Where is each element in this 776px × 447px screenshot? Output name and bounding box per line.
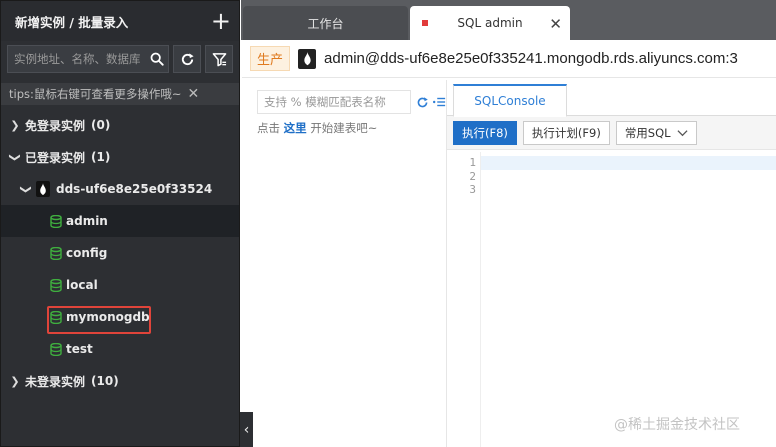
hint-suffix: 开始建表吧~ (310, 121, 378, 135)
create-table-link[interactable]: 这里 (284, 121, 307, 135)
execution-plan-button[interactable]: 执行计划(F9) (522, 120, 610, 145)
line-number: 1 (469, 156, 476, 169)
database-icon (50, 214, 62, 228)
database-icon (50, 310, 62, 324)
active-line (481, 156, 776, 170)
tree-db-local[interactable]: local (1, 269, 239, 301)
create-table-hint: 点击 这里 开始建表吧~ (257, 120, 377, 136)
tree-instance[interactable]: ❯ dds-uf6e8e25e0f33524 (1, 173, 239, 205)
db-name: mymonogdb (66, 310, 150, 324)
tab-workbench[interactable]: 工作台 (243, 6, 408, 40)
code-area[interactable]: 1 2 3 (447, 152, 776, 447)
chevron-down-icon: ❯ (8, 152, 22, 162)
database-icon (50, 278, 62, 292)
status-dot-icon (422, 20, 428, 26)
tree-group-logged[interactable]: ❯ 已登录实例 (1) (1, 141, 239, 173)
group-label: 已登录实例 (25, 150, 86, 165)
connection-string: admin@dds-uf6e8e25e0f335241.mongodb.rds.… (324, 50, 738, 67)
line-number: 2 (469, 169, 476, 183)
tab-sqlconsole[interactable]: SQLConsole (453, 84, 567, 117)
editor-toolbar: 执行(F8) 执行计划(F9) 常用SQL (447, 116, 776, 150)
sql-editor: SQLConsole 执行(F8) 执行计划(F9) 常用SQL 1 2 3 (447, 80, 776, 447)
db-name: config (66, 246, 108, 260)
db-name: admin (66, 214, 108, 228)
chevron-down-icon (677, 129, 688, 136)
group-count: (0) (91, 118, 111, 132)
group-label: 免登录实例 (25, 118, 86, 133)
code-input[interactable] (481, 152, 776, 447)
hint-prefix: 点击 (257, 121, 280, 135)
tips-bar: tips:鼠标右键可查看更多操作哦~ ✕ (1, 83, 239, 105)
db-name: local (66, 278, 98, 292)
tree-db-config[interactable]: config (1, 237, 239, 269)
chevron-down-icon: ❯ (19, 184, 33, 194)
group-label: 未登录实例 (25, 374, 86, 389)
editor-tabs: SQLConsole (447, 80, 776, 117)
table-search-box (257, 90, 411, 114)
group-count: (10) (91, 374, 119, 388)
add-icon[interactable]: + (211, 9, 231, 33)
tree-group-free[interactable]: ❯ 免登录实例 (0) (1, 109, 239, 141)
instance-sidebar: 新增实例 / 批量录入 + tips:鼠标右键可查看更多操作哦~ ✕ ❯ 免登录… (0, 0, 240, 447)
common-sql-dropdown[interactable]: 常用SQL (615, 120, 697, 145)
group-count: (1) (91, 150, 111, 164)
env-badge: 生产 (250, 46, 291, 71)
tab-bar: 工作台 SQL admin ✕ (241, 0, 776, 40)
refresh-icon[interactable] (415, 93, 429, 111)
execute-button[interactable]: 执行(F8) (453, 120, 517, 145)
tree-db-test[interactable]: test (1, 333, 239, 365)
refresh-button[interactable] (173, 45, 201, 73)
table-search-input[interactable] (264, 95, 404, 109)
watermark: @稀土掘金技术社区 (614, 417, 740, 433)
instance-name: dds-uf6e8e25e0f33524 (56, 182, 213, 196)
sidebar-header: 新增实例 / 批量录入 + (1, 1, 239, 41)
db-name: test (66, 342, 93, 356)
line-number: 3 (469, 183, 476, 196)
instance-search-box (7, 45, 169, 73)
database-icon (50, 246, 62, 260)
filter-icon (212, 52, 226, 66)
close-icon[interactable]: ✕ (549, 15, 562, 33)
chevron-right-icon: ❯ (10, 374, 20, 388)
instance-tree: ❯ 免登录实例 (0) ❯ 已登录实例 (1) ❯ dds-uf6e8e25e0… (1, 109, 239, 397)
refresh-icon (181, 52, 194, 65)
tips-text: tips:鼠标右键可查看更多操作哦~ (9, 87, 182, 101)
connection-bar: 生产 admin@dds-uf6e8e25e0f335241.mongodb.r… (242, 40, 776, 78)
database-icon (50, 342, 62, 356)
tab-label: 工作台 (307, 16, 344, 31)
add-instance-link[interactable]: 新增实例 / 批量录入 (15, 12, 128, 31)
dropdown-label: 常用SQL (624, 125, 671, 140)
tab-label: SQL admin (457, 16, 523, 30)
tab-sql-admin[interactable]: SQL admin ✕ (410, 6, 570, 40)
line-gutter: 1 2 3 (447, 152, 481, 447)
search-icon[interactable] (146, 52, 168, 66)
mongodb-leaf-icon (36, 181, 50, 197)
tree-db-admin[interactable]: admin (1, 205, 239, 237)
close-tips-icon[interactable]: ✕ (188, 86, 200, 102)
tree-db-mymonogdb[interactable]: mymonogdb (1, 301, 239, 333)
mongodb-leaf-icon (298, 48, 317, 69)
list-icon[interactable] (431, 93, 447, 111)
filter-button[interactable] (205, 45, 233, 73)
chevron-right-icon: ❯ (10, 118, 20, 132)
instance-search-input[interactable] (14, 52, 146, 66)
tree-group-unlogged[interactable]: ❯ 未登录实例 (10) (1, 365, 239, 397)
tab-label: SQLConsole (474, 94, 546, 108)
collapse-sidebar-button[interactable]: ‹ (240, 412, 253, 447)
table-pane: 点击 这里 开始建表吧~ (253, 80, 447, 447)
sidebar-search-row (1, 41, 239, 77)
